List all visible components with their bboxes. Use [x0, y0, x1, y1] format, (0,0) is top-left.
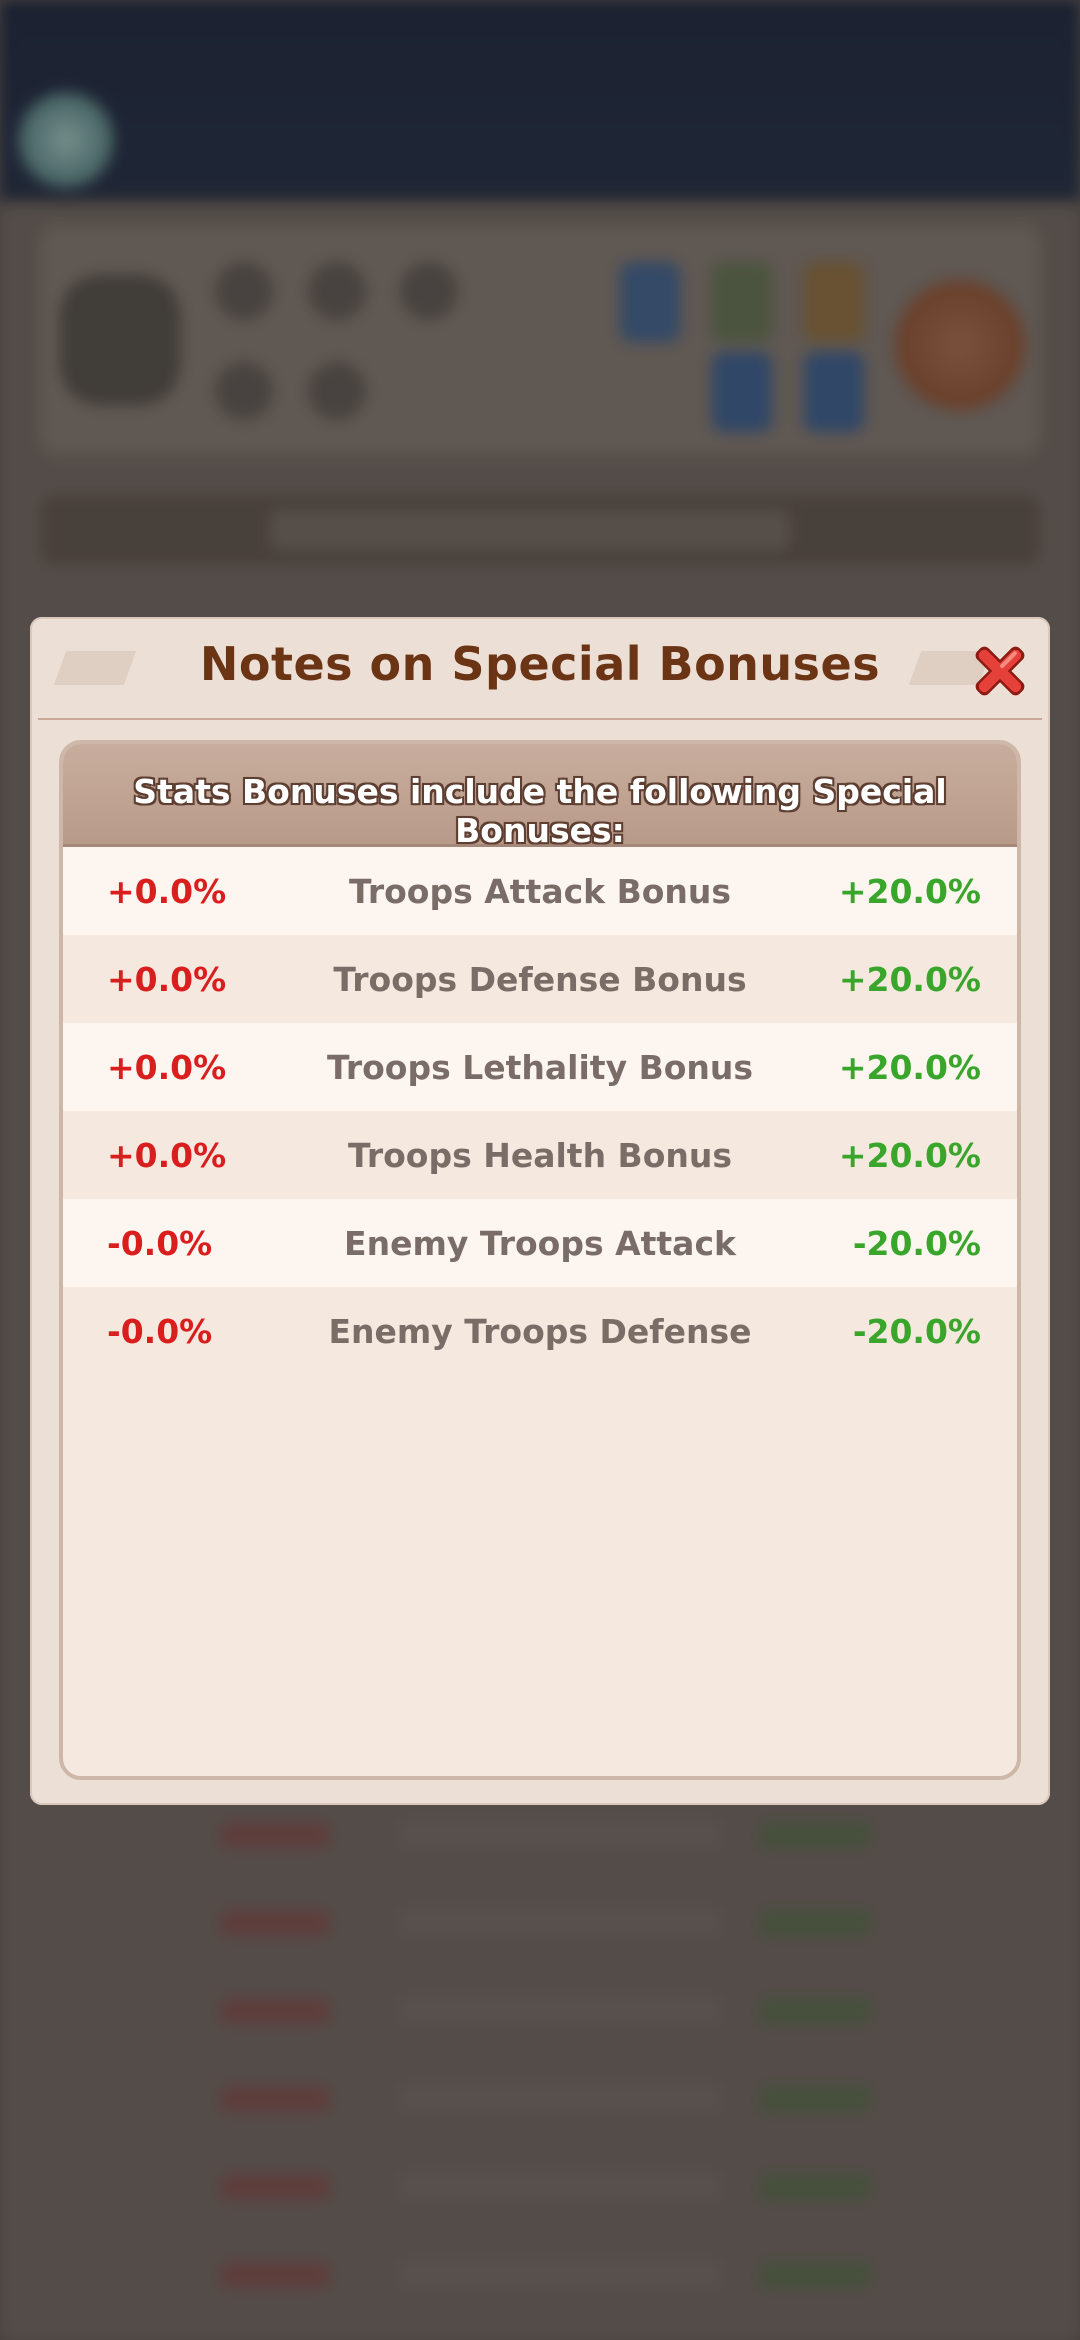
special-bonus-value: -20.0% [852, 1224, 981, 1263]
special-bonus-value: +20.0% [838, 960, 981, 999]
special-bonuses-dialog: Notes on Special Bonuses Stats Bonuses i… [30, 617, 1050, 1805]
bonus-row: +0.0% Troops Lethality Bonus +20.0% [63, 1023, 1017, 1111]
bonus-rows: +0.0% Troops Attack Bonus +20.0% +0.0% T… [63, 847, 1017, 1375]
screen: Notes on Special Bonuses Stats Bonuses i… [0, 0, 1080, 2340]
close-x-icon [975, 646, 1025, 696]
close-button[interactable] [968, 639, 1032, 703]
bonus-row: +0.0% Troops Attack Bonus +20.0% [63, 847, 1017, 935]
header-divider [38, 718, 1042, 720]
panel-header: Stats Bonuses include the following Spec… [63, 744, 1017, 850]
special-bonus-value: -20.0% [852, 1312, 981, 1351]
panel-header-text: Stats Bonuses include the following Spec… [133, 772, 947, 850]
bonus-row: -0.0% Enemy Troops Attack -20.0% [63, 1199, 1017, 1287]
bonus-row: +0.0% Troops Defense Bonus +20.0% [63, 935, 1017, 1023]
bonus-row: -0.0% Enemy Troops Defense -20.0% [63, 1287, 1017, 1375]
dialog-header: Notes on Special Bonuses [30, 617, 1050, 717]
bonus-row: +0.0% Troops Health Bonus +20.0% [63, 1111, 1017, 1199]
bonuses-list-panel: Stats Bonuses include the following Spec… [59, 740, 1021, 1780]
special-bonus-value: +20.0% [838, 1048, 981, 1087]
special-bonus-value: +20.0% [838, 872, 981, 911]
special-bonus-value: +20.0% [838, 1136, 981, 1175]
dialog-title: Notes on Special Bonuses [199, 637, 881, 691]
